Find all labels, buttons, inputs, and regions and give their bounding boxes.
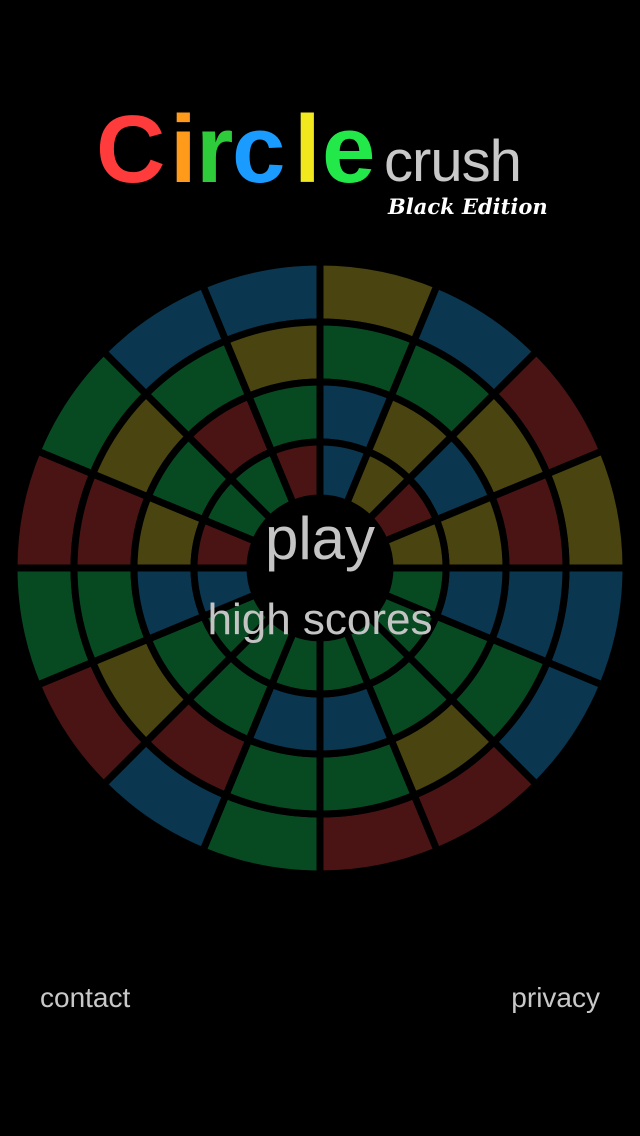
privacy-link[interactable]: privacy bbox=[511, 980, 600, 1016]
play-button[interactable]: play bbox=[220, 504, 420, 574]
logo-letter-c1: C bbox=[96, 96, 165, 203]
game-logo: C i r c l e crush Black Edition bbox=[96, 100, 556, 230]
high-scores-button[interactable]: high scores bbox=[150, 592, 490, 648]
logo-letter-i: i bbox=[170, 96, 197, 203]
contact-link[interactable]: contact bbox=[40, 980, 130, 1016]
logo-letter-c2: c bbox=[232, 96, 285, 203]
logo-letter-r: r bbox=[196, 96, 233, 203]
logo-letter-e: e bbox=[322, 96, 375, 203]
logo-suffix-crush: crush bbox=[384, 129, 522, 194]
logo-edition-label: Black Edition bbox=[388, 194, 548, 219]
logo-letter-l: l bbox=[294, 96, 321, 203]
